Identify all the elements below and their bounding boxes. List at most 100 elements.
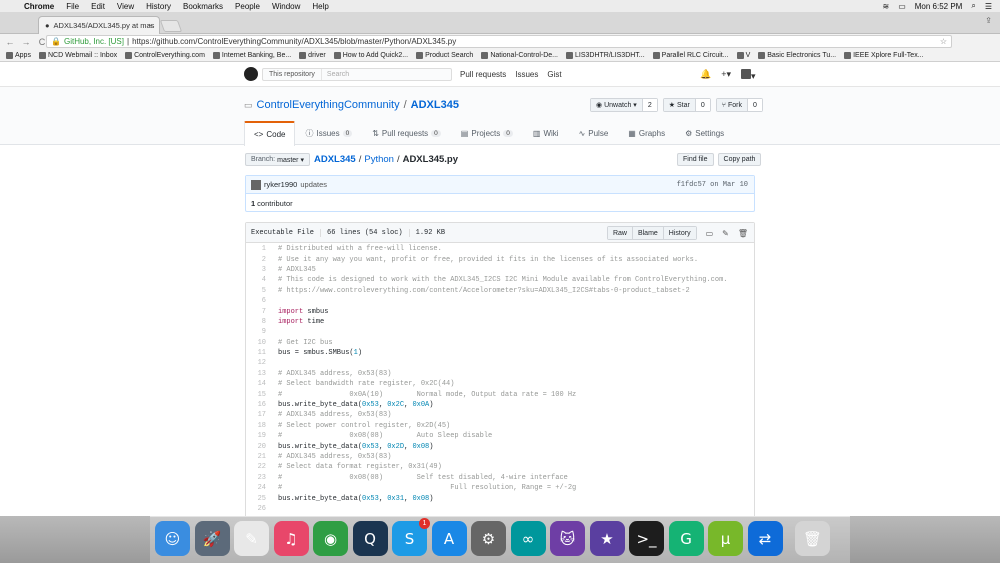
search-input[interactable]: Search	[322, 69, 349, 80]
line-number[interactable]: 10	[246, 339, 272, 347]
menu-view[interactable]: View	[117, 2, 134, 11]
unwatch-button[interactable]: ◉ Unwatch ▾	[591, 99, 643, 111]
menubar-clock[interactable]: Mon 6:52 PM	[915, 2, 963, 11]
menu-bookmarks[interactable]: Bookmarks	[183, 2, 223, 11]
line-number[interactable]: 4	[246, 276, 272, 284]
trash-icon[interactable]: 🗑	[738, 229, 748, 238]
line-number[interactable]: 14	[246, 380, 272, 388]
back-button[interactable]: ←	[4, 37, 16, 47]
commit-author[interactable]: ryker1990	[264, 180, 297, 189]
line-number[interactable]: 26	[246, 505, 272, 513]
bookmark-item[interactable]: LIS3DHTR/LIS3DHT...	[566, 51, 645, 59]
line-number[interactable]: 6	[246, 297, 272, 305]
menu-window[interactable]: Window	[272, 2, 300, 11]
bookmark-item[interactable]: Product Search	[416, 51, 473, 59]
line-number[interactable]: 21	[246, 453, 272, 461]
system-preferences-icon[interactable]: ⚙	[471, 521, 506, 556]
quicktime-icon[interactable]: Q	[352, 521, 388, 556]
menu-edit[interactable]: Edit	[91, 2, 105, 11]
bookmark-item[interactable]: How to Add Quick2...	[333, 51, 408, 59]
history-button[interactable]: History	[663, 227, 696, 239]
watchers-count[interactable]: 2	[642, 99, 657, 111]
stars-count[interactable]: 0	[695, 99, 710, 111]
line-number[interactable]: 11	[246, 349, 272, 357]
line-number[interactable]: 22	[246, 463, 272, 471]
tab-pulse[interactable]: ∿ Pulse	[569, 121, 619, 145]
user-menu[interactable]: ▾	[741, 69, 756, 82]
github-desktop-icon[interactable]: 🐱	[550, 521, 585, 556]
menu-people[interactable]: People	[235, 2, 260, 11]
browser-tab[interactable]: ● ADXL345/ADXL345.py at mas ×	[38, 16, 160, 34]
utorrent-icon[interactable]: µ	[708, 521, 743, 556]
line-number[interactable]: 24	[246, 484, 272, 492]
forks-count[interactable]: 0	[747, 99, 762, 111]
line-number[interactable]: 16	[246, 401, 272, 409]
bookmark-item[interactable]: V	[736, 51, 750, 59]
line-number[interactable]: 8	[246, 318, 272, 326]
bookmark-item[interactable]: National-Control-De...	[481, 51, 558, 59]
tab-pull-requests[interactable]: ⇅ Pull requests 0	[362, 121, 451, 145]
bookmark-apps[interactable]: Apps	[6, 51, 31, 59]
nav-pull-requests[interactable]: Pull requests	[460, 70, 506, 79]
line-number[interactable]: 5	[246, 287, 272, 295]
commit-message[interactable]: updates	[300, 180, 327, 189]
address-bar[interactable]: 🔒 GitHub, Inc. [US] | https://github.com…	[46, 35, 952, 48]
spotlight-icon[interactable]: ⌕	[971, 1, 975, 11]
tab-settings[interactable]: ⚙ Settings	[675, 121, 734, 145]
bookmark-item[interactable]: Internet Banking, Be...	[212, 51, 291, 59]
url-text[interactable]: https://github.com/ControlEverythingComm…	[132, 37, 456, 46]
app-menu[interactable]: Chrome	[24, 2, 54, 11]
contributors-label[interactable]: contributor	[257, 199, 292, 208]
pencil-icon[interactable]: ✎	[722, 229, 729, 238]
tab-wiki[interactable]: ▥ Wiki	[523, 121, 569, 145]
line-number[interactable]: 23	[246, 474, 272, 482]
finder-icon[interactable]: ☺	[155, 521, 190, 556]
line-number[interactable]: 13	[246, 370, 272, 378]
line-number[interactable]: 3	[246, 266, 272, 274]
line-number[interactable]: 12	[246, 359, 272, 367]
arduino-icon[interactable]: ∞	[510, 521, 546, 556]
line-number[interactable]: 17	[246, 411, 272, 419]
breadcrumb-repo[interactable]: ADXL345	[314, 154, 356, 165]
line-number[interactable]: 2	[246, 256, 272, 264]
breadcrumb-dir[interactable]: Python	[364, 154, 394, 165]
notification-center-icon[interactable]: ☰	[985, 2, 992, 11]
nav-gist[interactable]: Gist	[547, 70, 561, 79]
menu-file[interactable]: File	[66, 2, 79, 11]
bookmark-item[interactable]: IEEE Xplore Full-Tex...	[844, 51, 924, 59]
repo-owner-link[interactable]: ControlEverythingCommunity	[257, 99, 400, 111]
profile-icon[interactable]: ⇪	[985, 16, 992, 25]
itunes-icon[interactable]: ♫	[273, 521, 309, 556]
appstore-icon[interactable]: A	[431, 521, 467, 556]
bookmark-item[interactable]: Parallel RLC Circuit...	[652, 51, 729, 59]
textedit-icon[interactable]: ✎	[234, 521, 269, 556]
line-number[interactable]: 1	[246, 245, 272, 253]
bookmark-item[interactable]: driver	[299, 51, 326, 59]
bookmark-item[interactable]: Basic Electronics Tu...	[758, 51, 836, 59]
copy-path-button[interactable]: Copy path	[717, 153, 762, 166]
skype-icon[interactable]: S1	[392, 518, 430, 556]
wifi-icon[interactable]: ≋	[883, 2, 890, 11]
line-number[interactable]: 25	[246, 495, 272, 503]
tab-code[interactable]: <> Code	[244, 121, 296, 146]
teamviewer-icon[interactable]: ⇄	[747, 521, 783, 556]
line-number[interactable]: 18	[246, 422, 272, 430]
chrome-icon[interactable]: ◉	[313, 521, 348, 556]
forward-button[interactable]: →	[20, 37, 32, 47]
commit-sha-date[interactable]: f1fdc57 on Mar 10	[677, 181, 748, 189]
menu-history[interactable]: History	[146, 2, 171, 11]
trash-icon[interactable]: 🗑	[795, 521, 830, 556]
nav-issues[interactable]: Issues	[515, 70, 538, 79]
raw-button[interactable]: Raw	[607, 227, 633, 239]
bookmark-item[interactable]: NCD Webmail :: Inbox	[38, 51, 117, 59]
create-new-dropdown[interactable]: +▾	[721, 69, 731, 82]
imovie-icon[interactable]: ★	[589, 521, 625, 556]
notifications-bell-icon[interactable]: 🔔	[700, 69, 711, 82]
close-tab-icon[interactable]: ×	[149, 21, 153, 30]
grammarly-icon[interactable]: G	[668, 521, 704, 556]
contributors-count[interactable]: 1	[251, 199, 255, 208]
terminal-icon[interactable]: >_	[629, 521, 664, 556]
line-number[interactable]: 19	[246, 432, 272, 440]
tab-issues[interactable]: ⓘ Issues 0	[295, 121, 362, 145]
tab-graphs[interactable]: ▦ Graphs	[618, 121, 675, 145]
